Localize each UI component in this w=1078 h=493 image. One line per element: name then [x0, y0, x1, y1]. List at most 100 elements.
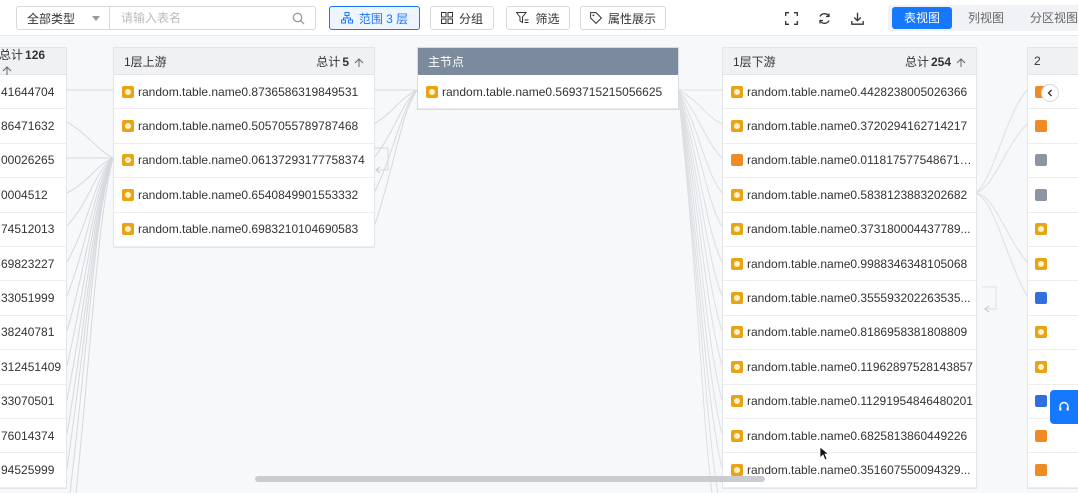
downstream-row[interactable]: random.table.name0.373180004437789... — [723, 213, 976, 247]
scope-button[interactable]: 范围 3 层 — [329, 6, 420, 30]
downstream-level-2-row[interactable] — [1028, 247, 1078, 282]
table-icon — [731, 223, 743, 236]
downstream-panel-title: 1层下游 — [733, 54, 776, 69]
downstream-row[interactable]: random.table.name0.4428238005026366 — [723, 75, 976, 110]
downstream-level-2-row[interactable] — [1028, 178, 1078, 213]
downstream-level-2-row[interactable] — [1028, 281, 1078, 316]
upstream-level-2-row-label: 33051999 — [1, 291, 55, 306]
upstream-level-2-row-label: 00026265 — [1, 153, 55, 168]
main-node-row[interactable]: random.table.name0.5693715215056625 — [418, 75, 678, 110]
upstream-row[interactable]: random.table.name0.06137293177758374 — [114, 144, 374, 179]
search-icon[interactable] — [292, 12, 305, 25]
tab-column-view[interactable]: 列视图 — [956, 7, 1016, 29]
downstream-row[interactable]: random.table.name0.5838123883202682 — [723, 178, 976, 213]
table-icon — [731, 429, 743, 442]
downstream-row[interactable]: random.table.name0.11291954846480201 — [723, 385, 976, 419]
upstream-row-label: random.table.name0.8736586319849531 — [138, 84, 359, 99]
downstream-level-2-rows — [1028, 75, 1078, 488]
downstream-level-2-row[interactable] — [1028, 453, 1078, 488]
view-table-icon — [1035, 154, 1047, 167]
downstream-row[interactable]: random.table.name0.11962897528143857 — [723, 350, 976, 385]
main-node-rows: random.table.name0.5693715215056625 — [418, 75, 678, 110]
upstream-row[interactable]: random.table.name0.6540849901553332 — [114, 178, 374, 213]
downstream-level-2-row[interactable] — [1028, 213, 1078, 247]
tab-table-view[interactable]: 表视图 — [892, 7, 952, 29]
downstream-row[interactable]: random.table.name0.9988346348105068 — [723, 247, 976, 282]
downstream-level-2-row[interactable] — [1028, 419, 1078, 454]
upstream-level-2-row-label: 312451409 — [1, 359, 62, 374]
downstream-row-label: random.table.name0.351607550094329... — [747, 462, 971, 477]
upstream-level-2-row[interactable]: 00026265 — [0, 144, 66, 179]
downstream-level-2-row[interactable] — [1028, 350, 1078, 385]
downstream-row-label: random.table.name0.0118175775486717... — [747, 153, 976, 168]
scope-label: 范围 3 层 — [358, 11, 409, 26]
downstream-row[interactable]: random.table.name0.3720294162714217 — [723, 109, 976, 144]
downstream-row-label: random.table.name0.3720294162714217 — [747, 119, 968, 134]
downstream-row[interactable]: random.table.name0.8186958381808809 — [723, 316, 976, 351]
downstream-level-2-row[interactable] — [1028, 109, 1078, 144]
horizontal-scrollbar[interactable] — [255, 476, 765, 482]
upstream-level-2-row[interactable]: 38240781 — [0, 316, 66, 351]
grid-icon — [440, 12, 453, 24]
downstream-row-label: random.table.name0.373180004437789... — [747, 222, 971, 237]
upstream-level-2-row[interactable]: 312451409 — [0, 350, 66, 385]
downstream-row[interactable]: random.table.name0.351607550094329... — [723, 453, 976, 488]
upstream-panel-header: 1层上游 总计 5 — [114, 48, 374, 75]
chevron-down-icon — [92, 16, 100, 21]
headset-icon — [1059, 401, 1069, 411]
table-icon — [426, 85, 438, 98]
upstream-row[interactable]: random.table.name0.5057055789787468 — [114, 109, 374, 144]
upstream-level-2-row[interactable]: 41644704 — [0, 75, 66, 110]
upstream-panel-title: 1层上游 — [124, 54, 167, 69]
upstream-level-2-row[interactable]: 76014374 — [0, 419, 66, 454]
download-icon[interactable] — [848, 9, 866, 27]
filter-button[interactable]: 筛选 — [506, 6, 570, 30]
downstream-level-2-row[interactable] — [1028, 316, 1078, 351]
downstream-row[interactable]: random.table.name0.355593202263535... — [723, 281, 976, 316]
chevron-left-icon — [1047, 89, 1052, 97]
upstream-row[interactable]: random.table.name0.8736586319849531 — [114, 75, 374, 110]
hierarchy-icon — [340, 12, 353, 24]
upstream-level-2-row[interactable]: 33051999 — [0, 281, 66, 316]
sort-up-icon[interactable] — [2, 65, 12, 76]
upstream-rows: random.table.name0.8736586319849531 rando… — [114, 75, 374, 247]
downstream-panel-header: 1层下游 总计 254 — [723, 48, 976, 75]
table-icon — [731, 188, 743, 201]
filter-icon — [516, 12, 529, 24]
table-icon — [122, 188, 134, 201]
upstream-row-label: random.table.name0.6540849901553332 — [138, 187, 359, 202]
lineage-canvas[interactable]: 总计 126 41644704 86471632 00026265 0004512 745… — [0, 36, 1078, 493]
upstream-level-2-panel: 总计 126 41644704 86471632 00026265 0004512 745… — [0, 47, 67, 489]
view-switch: 表视图 列视图 分区视图 — [888, 5, 1078, 31]
table-icon — [731, 85, 743, 98]
downstream-level-2-header: 2 — [1028, 48, 1078, 75]
refresh-icon[interactable] — [815, 9, 833, 27]
type-select[interactable]: 全部类型 — [16, 6, 110, 30]
upstream-level-2-row[interactable]: 33070501 — [0, 385, 66, 419]
downstream-row[interactable]: random.table.name0.6825813860449226 — [723, 419, 976, 454]
mouse-cursor-icon — [819, 446, 829, 461]
table-search-input[interactable] — [110, 7, 280, 29]
table-icon — [731, 395, 743, 408]
database-icon — [1035, 292, 1047, 305]
upstream-level-2-row[interactable]: 94525999 — [0, 453, 66, 488]
main-node-header: 主节点 — [418, 48, 678, 75]
upstream-level-2-row[interactable]: 69823227 — [0, 247, 66, 282]
support-float-button[interactable] — [1050, 390, 1078, 424]
stream-table-icon — [731, 154, 743, 167]
table-icon — [1035, 223, 1047, 236]
attribute-display-button[interactable]: 属性展示 — [580, 6, 666, 30]
sort-up-icon[interactable] — [956, 57, 966, 68]
collapse-panel-button[interactable] — [1041, 84, 1059, 102]
downstream-row[interactable]: random.table.name0.0118175775486717... — [723, 144, 976, 179]
tab-partition-view[interactable]: 分区视图 — [1022, 7, 1078, 29]
upstream-level-2-row[interactable]: 0004512 — [0, 178, 66, 213]
downstream-level-2-row[interactable] — [1028, 144, 1078, 179]
upstream-level-2-row-label: 33070501 — [1, 394, 55, 409]
upstream-level-2-row[interactable]: 86471632 — [0, 109, 66, 144]
group-button[interactable]: 分组 — [430, 6, 494, 30]
sort-up-icon[interactable] — [354, 57, 364, 68]
fullscreen-icon[interactable] — [782, 9, 800, 27]
upstream-level-2-row[interactable]: 74512013 — [0, 213, 66, 247]
upstream-row[interactable]: random.table.name0.6983210104690583 — [114, 213, 374, 247]
